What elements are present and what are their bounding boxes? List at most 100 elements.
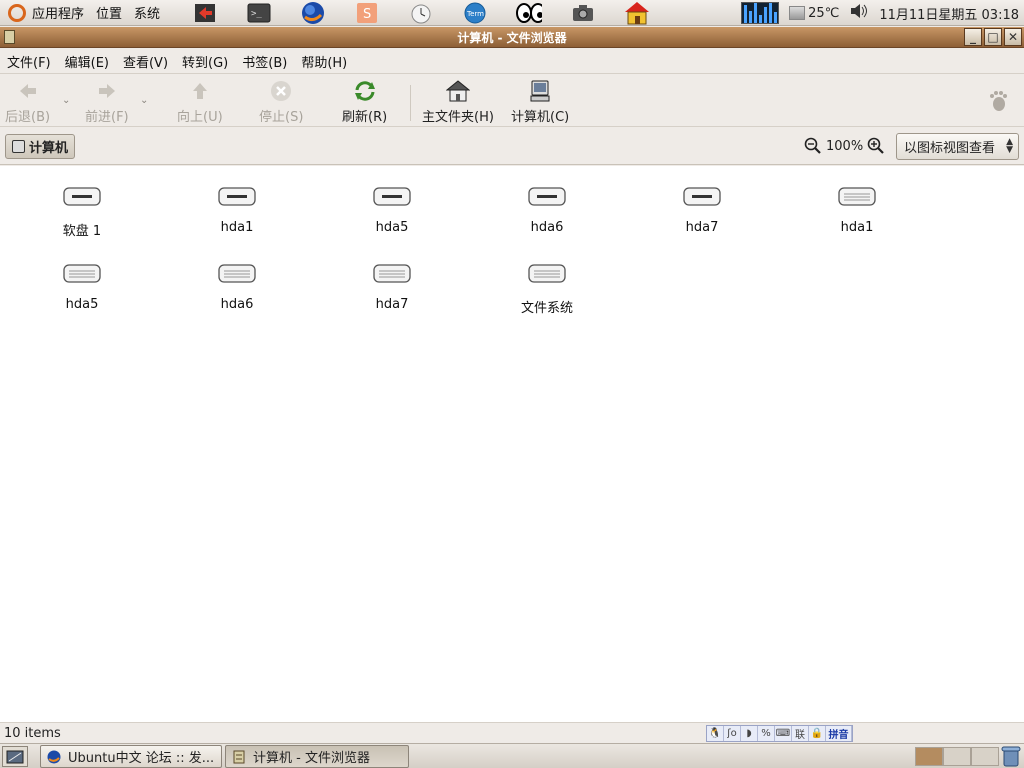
menu-help[interactable]: 帮助(H) bbox=[294, 52, 354, 71]
workspace-2[interactable] bbox=[943, 747, 971, 766]
ime-punct-icon[interactable]: % bbox=[758, 726, 775, 741]
reload-button[interactable]: 刷新(R) bbox=[342, 79, 387, 125]
drive-item[interactable]: hda5 bbox=[27, 263, 137, 312]
arrow-left-icon bbox=[15, 79, 41, 103]
system-tray: 25℃ 11月11日星期五 03:18 bbox=[736, 0, 1024, 26]
menu-file[interactable]: 文件(F) bbox=[0, 52, 58, 71]
maximize-button[interactable]: □ bbox=[984, 28, 1002, 46]
taskbar-item-file-browser[interactable]: 计算机 - 文件浏览器 bbox=[225, 745, 409, 768]
reload-icon bbox=[352, 79, 378, 103]
minimize-button[interactable]: _ bbox=[964, 28, 982, 46]
drive-item[interactable]: hda1 bbox=[802, 186, 912, 235]
volume-icon bbox=[373, 264, 411, 283]
tux-icon[interactable]: 🐧 bbox=[707, 726, 724, 741]
ubuntu-logo-icon[interactable] bbox=[8, 3, 26, 22]
home-button[interactable]: 主文件夹(H) bbox=[422, 79, 494, 125]
panel-menus: 应用程序 位置 系统 bbox=[0, 0, 170, 26]
icon-view[interactable]: 软盘 1 hda1 hda5 hda6 hda7 hda1 hda5 hda6 … bbox=[0, 166, 1024, 722]
home-folder-icon bbox=[445, 79, 471, 103]
drive-item[interactable]: 文件系统 bbox=[492, 263, 602, 316]
drive-item[interactable]: hda6 bbox=[182, 263, 292, 312]
menu-bookmarks[interactable]: 书签(B) bbox=[235, 52, 294, 71]
item-count: 10 items bbox=[4, 725, 61, 741]
menu-view[interactable]: 查看(V) bbox=[116, 52, 175, 71]
weather-cloud-icon bbox=[789, 6, 806, 20]
floppy-drive-icon bbox=[63, 187, 101, 206]
xeyes-icon[interactable] bbox=[516, 1, 543, 25]
back-button[interactable]: 后退(B) bbox=[5, 79, 50, 125]
drive-item[interactable]: 软盘 1 bbox=[27, 186, 137, 239]
ime-keyboard-icon[interactable]: ⌨ bbox=[775, 726, 792, 741]
back-history-dropdown-icon[interactable]: ⌄ bbox=[62, 95, 70, 106]
firefox-icon[interactable] bbox=[300, 1, 326, 25]
zoom-in-icon[interactable] bbox=[867, 137, 885, 155]
show-desktop-button[interactable] bbox=[2, 746, 28, 767]
file-cabinet-icon bbox=[233, 750, 245, 763]
applications-menu[interactable]: 应用程序 bbox=[32, 3, 84, 22]
system-menu[interactable]: 系统 bbox=[134, 3, 160, 22]
location-crumb-computer[interactable]: 计算机 bbox=[5, 134, 76, 159]
firefox-icon bbox=[47, 750, 61, 763]
drive-item[interactable]: hda5 bbox=[337, 186, 447, 235]
zoom-out-icon[interactable] bbox=[804, 137, 822, 155]
updown-arrows-icon: ▲ ▼ bbox=[1006, 137, 1013, 155]
terminal-icon[interactable]: >_ bbox=[246, 1, 272, 25]
menubar: 文件(F) 编辑(E) 查看(V) 转到(G) 书签(B) 帮助(H) bbox=[0, 49, 1024, 74]
places-menu[interactable]: 位置 bbox=[96, 3, 122, 22]
up-button[interactable]: 向上(U) bbox=[177, 79, 223, 125]
drive-item[interactable]: hda7 bbox=[647, 186, 757, 235]
computer-icon bbox=[12, 140, 25, 153]
close-button[interactable]: ✕ bbox=[1004, 28, 1022, 46]
harddisk-icon bbox=[683, 187, 721, 206]
menu-edit[interactable]: 编辑(E) bbox=[58, 52, 116, 71]
window-controls: _ □ ✕ bbox=[962, 28, 1022, 46]
ime-pinyin-label[interactable]: 拼音 bbox=[826, 726, 852, 741]
log-out-icon[interactable] bbox=[192, 1, 218, 25]
ime-fullwidth-icon[interactable]: ◗ bbox=[741, 726, 758, 741]
forward-button[interactable]: 前进(F) bbox=[85, 79, 129, 125]
volume-icon bbox=[63, 264, 101, 283]
taskbar-item-browser[interactable]: Ubuntu中文 论坛 :: 发... bbox=[40, 745, 222, 768]
status-bar: 10 items 🐧 ʃo ◗ % ⌨ 联 🔒 拼音 bbox=[0, 722, 1024, 743]
temperature-label: 25℃ bbox=[808, 5, 840, 21]
gnome-foot-icon bbox=[986, 89, 1010, 113]
ime-link-label[interactable]: 联 bbox=[792, 726, 809, 741]
menu-go[interactable]: 转到(G) bbox=[175, 52, 235, 71]
drive-item[interactable]: hda7 bbox=[337, 263, 447, 312]
clock-datetime[interactable]: 11月11日星期五 03:18 bbox=[879, 4, 1019, 23]
bookmarks-icon[interactable]: S bbox=[354, 1, 380, 25]
location-bar: 计算机 100% 以图标视图查看 ▲ ▼ bbox=[0, 128, 1024, 165]
filesystem-icon bbox=[528, 264, 566, 283]
zoom-control: 100% bbox=[804, 137, 885, 155]
stop-icon bbox=[268, 79, 294, 103]
home-house-icon[interactable] bbox=[624, 1, 650, 25]
weather-applet[interactable]: 25℃ bbox=[789, 6, 839, 21]
volume-icon[interactable] bbox=[849, 3, 869, 23]
input-method-bar: 🐧 ʃo ◗ % ⌨ 联 🔒 拼音 bbox=[706, 725, 853, 742]
svg-text:Term: Term bbox=[466, 10, 484, 18]
svg-text:>_: >_ bbox=[251, 9, 262, 19]
harddisk-icon bbox=[528, 187, 566, 206]
lock-icon[interactable]: 🔒 bbox=[809, 726, 826, 741]
arrow-right-icon bbox=[94, 79, 120, 103]
system-monitor-graph[interactable] bbox=[741, 2, 780, 24]
workspace-1[interactable] bbox=[915, 747, 943, 766]
stop-button[interactable]: 停止(S) bbox=[259, 79, 303, 125]
trash-icon[interactable] bbox=[1001, 746, 1021, 767]
camera-icon[interactable] bbox=[570, 1, 596, 25]
computer-button[interactable]: 计算机(C) bbox=[511, 79, 569, 125]
view-mode-select[interactable]: 以图标视图查看 ▲ ▼ bbox=[896, 133, 1019, 160]
zoom-level[interactable]: 100% bbox=[826, 139, 863, 154]
volume-icon bbox=[838, 187, 876, 206]
toolbar: 后退(B) ⌄ 前进(F) ⌄ 向上(U) 停止(S) 刷新(R) 主文件夹(H… bbox=[0, 75, 1024, 127]
drive-item[interactable]: hda6 bbox=[492, 186, 602, 235]
window-titlebar[interactable]: 计算机 - 文件浏览器 _ □ ✕ bbox=[0, 27, 1024, 48]
harddisk-icon bbox=[218, 187, 256, 206]
term-icon[interactable]: Term bbox=[462, 1, 488, 25]
ime-mode-icon[interactable]: ʃo bbox=[724, 726, 741, 741]
workspace-3[interactable] bbox=[971, 747, 999, 766]
forward-history-dropdown-icon[interactable]: ⌄ bbox=[140, 95, 148, 106]
drive-item[interactable]: hda1 bbox=[182, 186, 292, 235]
clock-icon[interactable] bbox=[408, 1, 434, 25]
window-menu-icon[interactable] bbox=[4, 30, 15, 44]
